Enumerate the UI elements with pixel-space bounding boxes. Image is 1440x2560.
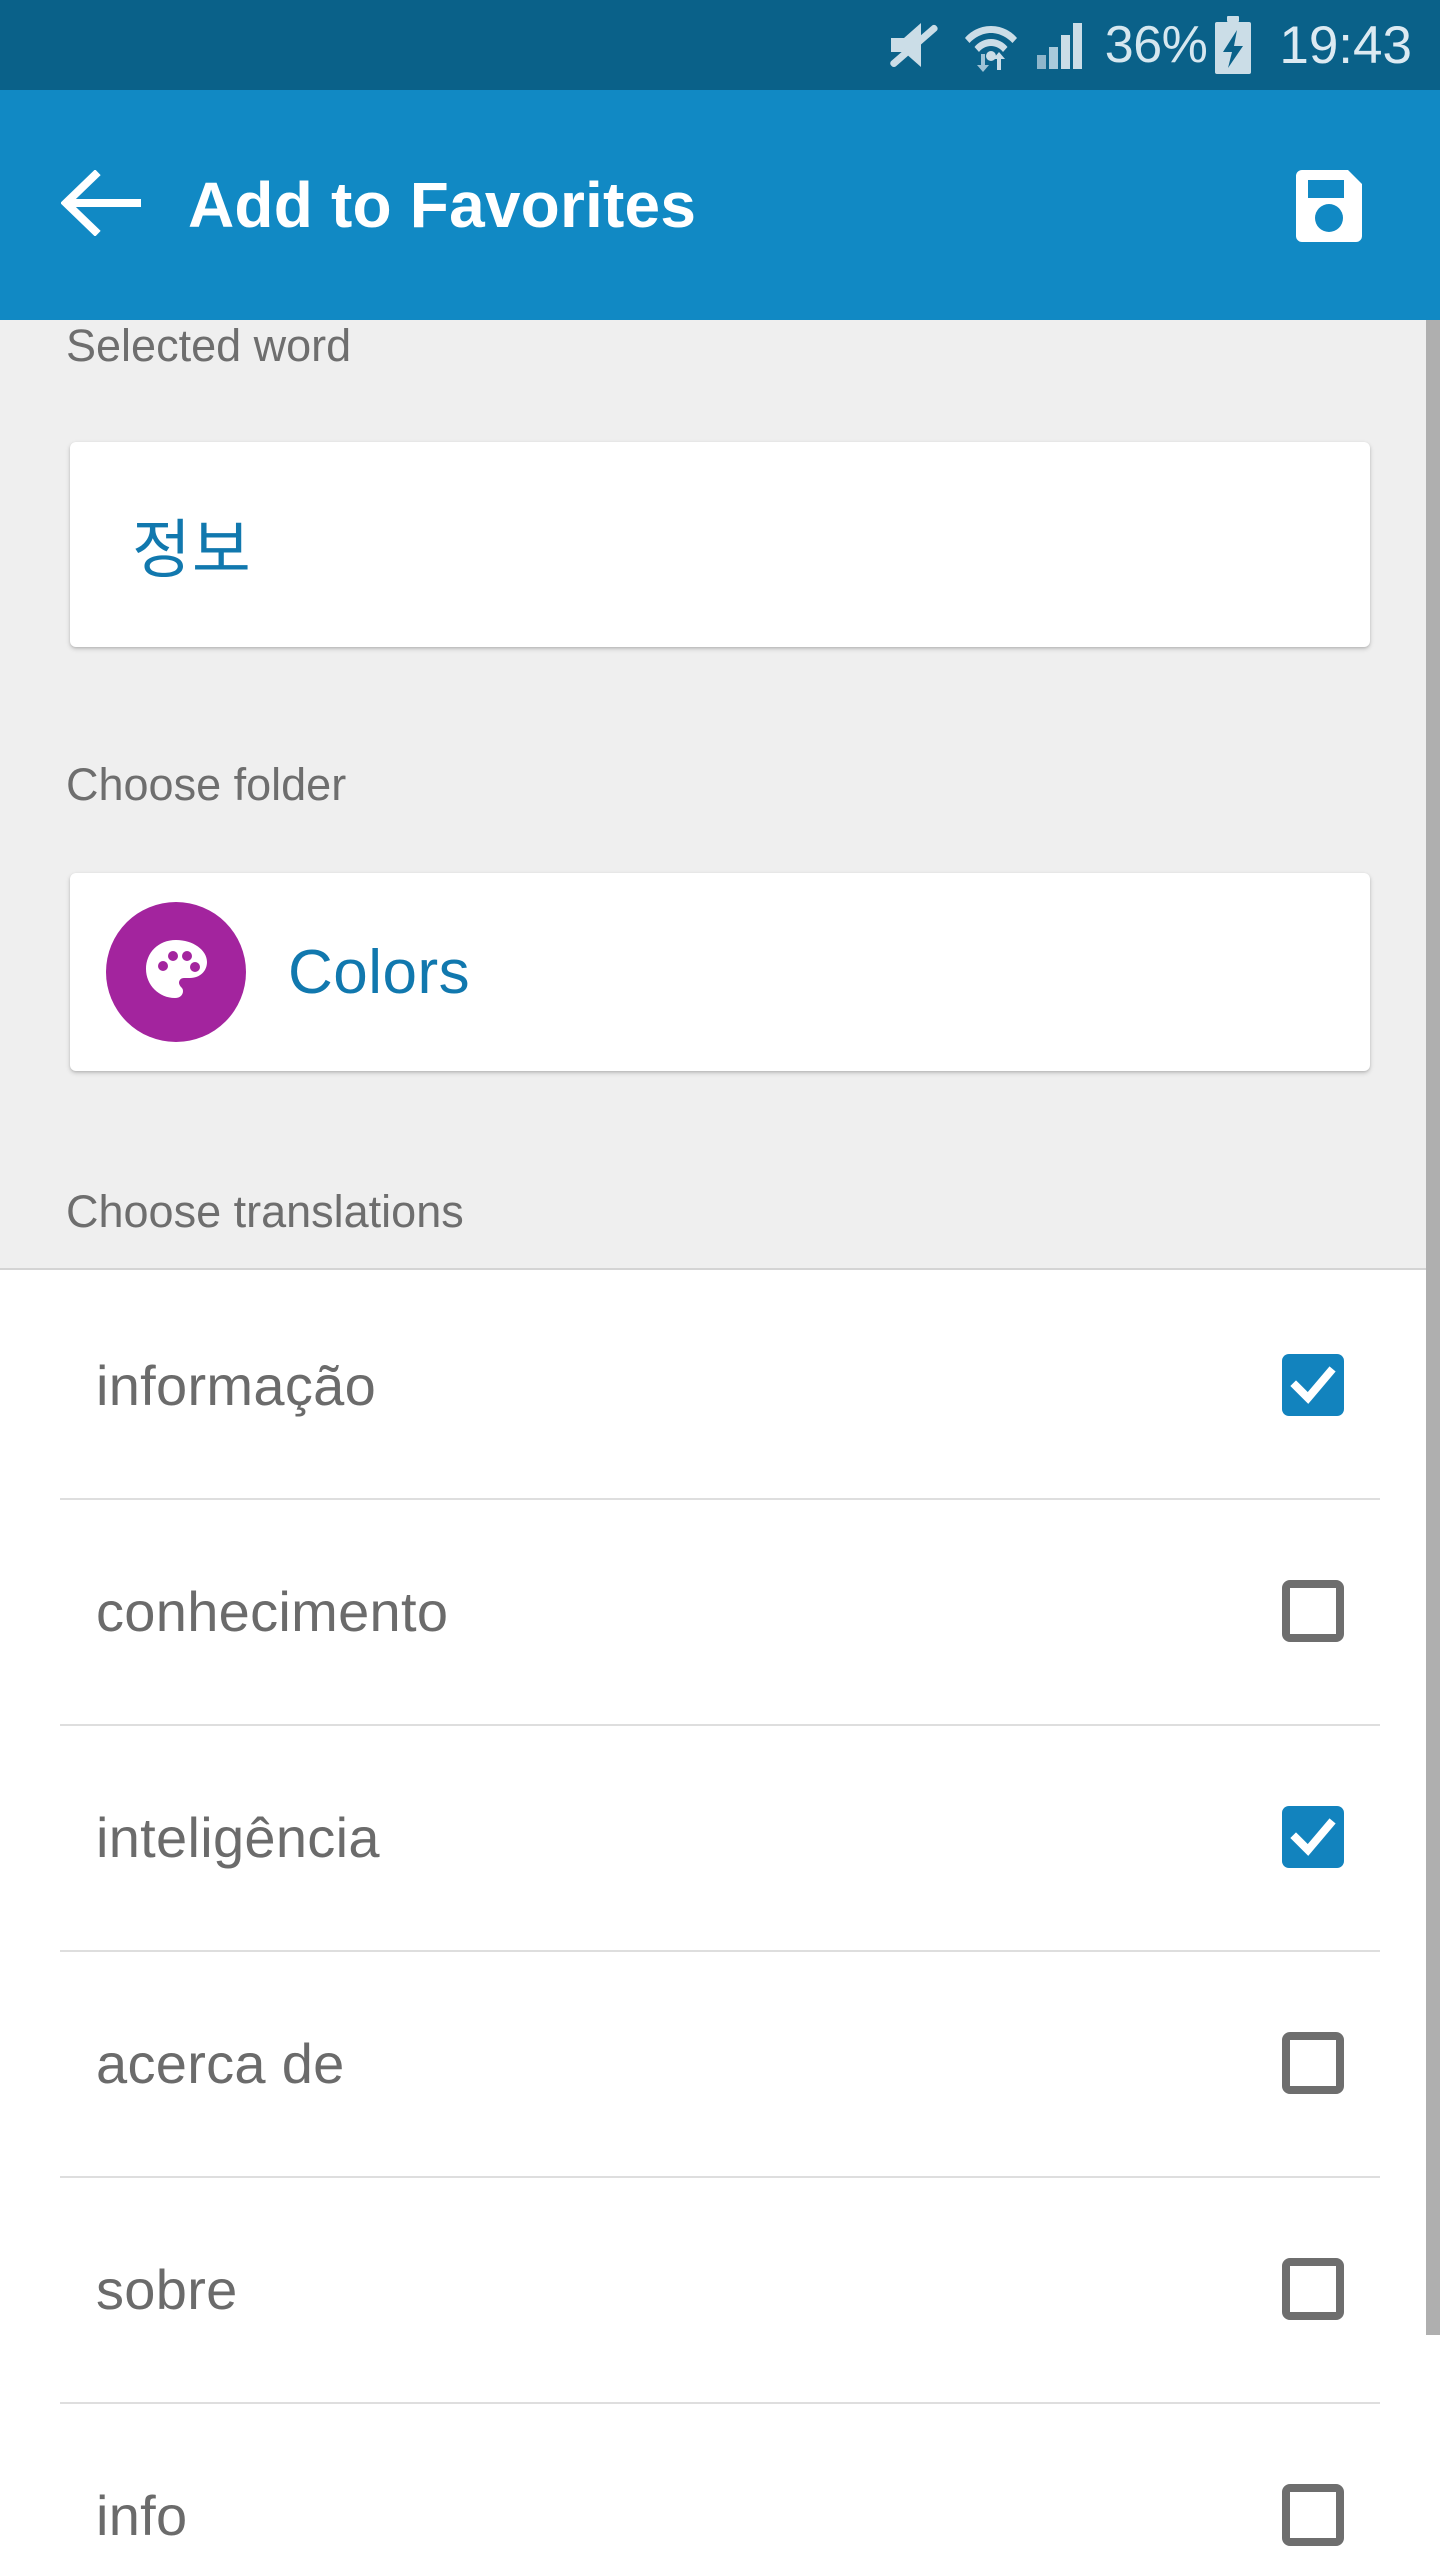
wifi-icon (963, 18, 1035, 72)
folder-avatar (106, 902, 246, 1042)
selected-word-card[interactable]: 정보 (70, 442, 1370, 647)
app-bar: Add to Favorites (0, 90, 1440, 320)
back-button[interactable] (48, 150, 158, 260)
list-item[interactable]: inteligência (0, 1724, 1440, 1950)
status-bar: 36% 19:43 (0, 0, 1440, 90)
translation-label: inteligência (96, 1805, 380, 1869)
palette-icon (139, 933, 213, 1012)
folder-selector[interactable]: Colors (70, 873, 1370, 1071)
translation-label: info (96, 2483, 188, 2547)
translation-checkbox[interactable] (1282, 1354, 1344, 1416)
mute-icon (887, 19, 963, 71)
status-bar-icons: 36% 19:43 (887, 16, 1412, 74)
form-section: Selected word 정보 Choose folder Colors Ch… (0, 320, 1440, 1270)
translation-label: sobre (96, 2257, 238, 2321)
save-floppy-icon (1288, 162, 1370, 249)
selected-word-value: 정보 (132, 513, 252, 586)
list-item[interactable]: conhecimento (0, 1498, 1440, 1724)
translation-label: conhecimento (96, 1579, 449, 1643)
translation-checkbox[interactable] (1282, 2032, 1344, 2094)
choose-translations-label: Choose translations (66, 1186, 464, 1237)
translation-checkbox[interactable] (1282, 2484, 1344, 2546)
app-screen: 36% 19:43 Add to Favorites Selected word… (0, 0, 1440, 2560)
clock-label: 19:43 (1279, 15, 1412, 75)
list-item[interactable]: sobre (0, 2176, 1440, 2402)
translation-checkbox[interactable] (1282, 1806, 1344, 1868)
choose-folder-label: Choose folder (66, 759, 347, 810)
translation-label: informação (96, 1353, 377, 1417)
scrollbar-thumb[interactable] (1426, 320, 1440, 2335)
translation-checkbox[interactable] (1282, 1580, 1344, 1642)
save-button[interactable] (1274, 150, 1384, 260)
list-item[interactable]: acerca de (0, 1950, 1440, 2176)
folder-name: Colors (288, 937, 471, 1007)
battery-percent-label: 36% (1104, 16, 1208, 74)
list-item[interactable]: informação (0, 1272, 1440, 1498)
list-item[interactable]: info (0, 2402, 1440, 2560)
selected-word-label: Selected word (66, 320, 352, 371)
battery-charging-icon (1213, 16, 1279, 74)
translation-label: acerca de (96, 2031, 345, 2095)
translation-checkbox[interactable] (1282, 2258, 1344, 2320)
signal-icon (1035, 19, 1105, 71)
translations-list: informação conhecimento inteligência ace… (0, 1272, 1440, 2560)
page-title: Add to Favorites (188, 169, 697, 241)
back-arrow-icon (60, 168, 145, 241)
